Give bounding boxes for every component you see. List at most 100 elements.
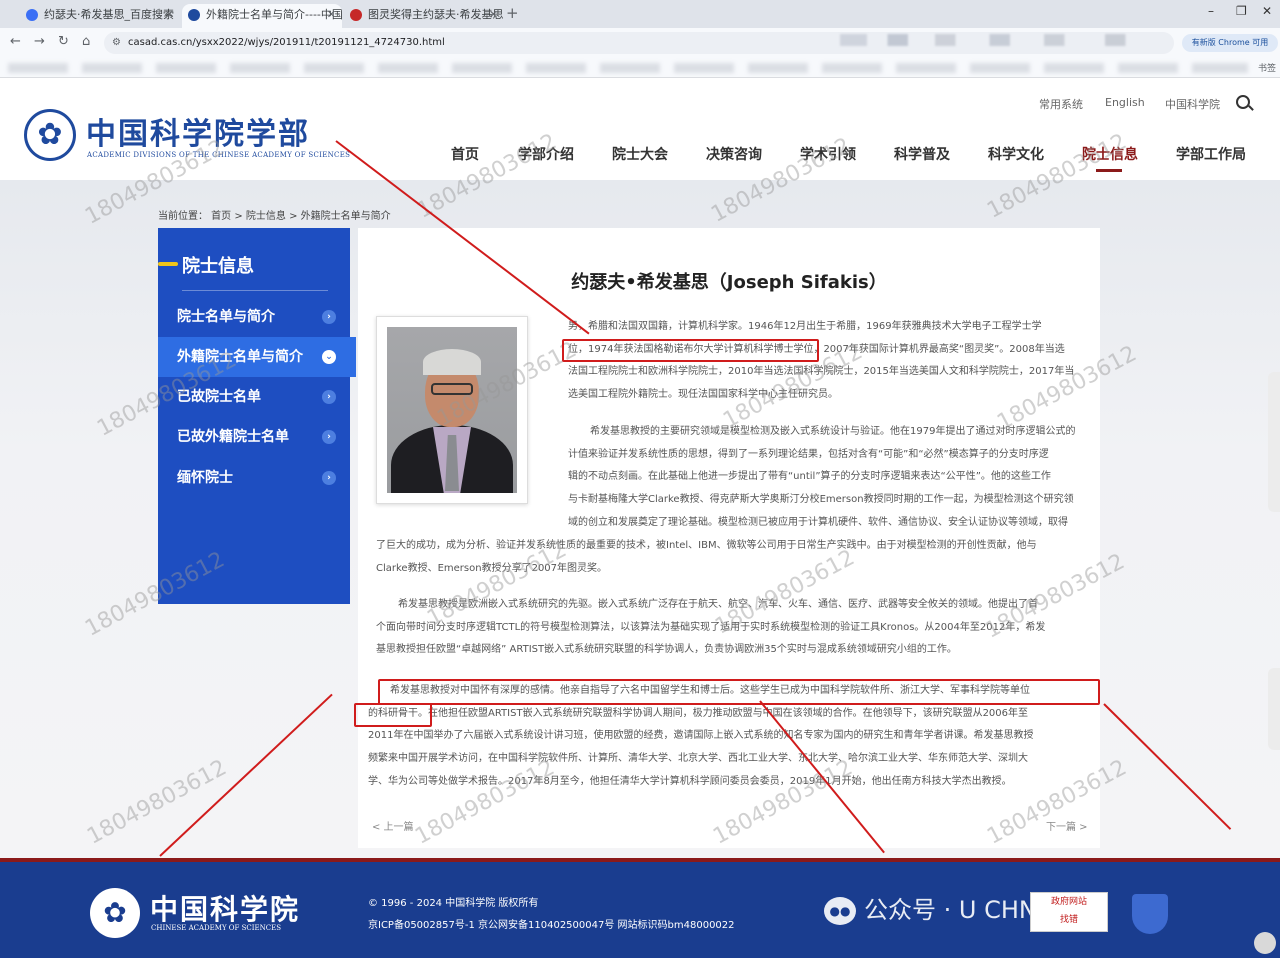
highlight-box-phd bbox=[562, 339, 819, 362]
sidebar-item-label: 缅怀院士 bbox=[177, 470, 233, 486]
footer-logo-en: CHINESE ACADEMY OF SCIENCES bbox=[151, 924, 282, 932]
highlight-box-backbone bbox=[354, 703, 432, 727]
article-title: 约瑟夫•希发基思（Joseph Sifakis） bbox=[571, 272, 887, 293]
url-text: casad.cas.cn/ysxx2022/wjys/201911/t20191… bbox=[128, 37, 445, 48]
toplink-systems[interactable]: 常用系统 bbox=[1039, 96, 1083, 112]
party-org-shield-icon[interactable] bbox=[1132, 894, 1168, 934]
home-icon[interactable]: ⌂ bbox=[82, 34, 90, 49]
para-line: 与卡耐基梅隆大学Clarke教授、得克萨斯大学奥斯汀分校Emerson教授同时期… bbox=[568, 494, 1074, 506]
site-logo-text[interactable]: 中国科学院学部 bbox=[86, 109, 310, 153]
para-line: 域的创立和发展奠定了理论基础。模型检测已被应用于计算机硬件、软件、通信协议、安全… bbox=[568, 516, 1068, 528]
floating-avatar-icon[interactable] bbox=[1254, 932, 1276, 954]
nav-bureau[interactable]: 学部工作局 bbox=[1176, 144, 1246, 164]
site-logo-en: ACADEMIC DIVISIONS OF THE CHINESE ACADEM… bbox=[87, 151, 351, 159]
chevron-right-icon: › bbox=[322, 471, 336, 485]
minimize-icon[interactable]: – bbox=[1208, 4, 1214, 18]
chevron-down-icon: ⌄ bbox=[322, 350, 336, 364]
nav-academic[interactable]: 学术引领 bbox=[800, 144, 856, 164]
sidebar-item-label: 外籍院士名单与简介 bbox=[177, 349, 303, 365]
chrome-update-button[interactable]: 有新版 Chrome 可用 bbox=[1182, 34, 1278, 52]
all-bookmarks-link[interactable]: 书签 bbox=[1258, 61, 1276, 74]
para-line: 希发基思教授是欧洲嵌入式系统研究的先驱。嵌入式系统广泛存在于航天、航空、汽车、火… bbox=[398, 599, 1038, 610]
close-tab-icon[interactable]: ✕ bbox=[165, 4, 174, 26]
footer-icp[interactable]: 京ICP备05002857号-1 京公网安备110402500047号 网站标识… bbox=[368, 916, 735, 931]
sidebar: 院士信息 院士名单与简介 › 外籍院士名单与简介 ⌄ 已故院士名单 › 已故外籍… bbox=[158, 228, 356, 604]
para-line: 学、华为公司等处做学术报告。2017年8月至今，他担任清华大学计算机科学顾问委员… bbox=[368, 775, 1012, 787]
sidebar-item-deceased[interactable]: 已故院士名单 › bbox=[158, 377, 350, 417]
para-line: 男，希腊和法国双国籍，计算机科学家。1946年12月出生于希腊，1969年获雅典… bbox=[568, 321, 1042, 332]
browser-tab[interactable]: 图灵奖得主约瑟夫·希发基思: 深 ✕ bbox=[344, 4, 504, 28]
browser-tab[interactable]: 约瑟夫·希发基思_百度搜索 ✕ bbox=[20, 4, 180, 28]
reload-icon[interactable]: ↻ bbox=[58, 34, 69, 49]
gov-badge-line: 政府网站 bbox=[1050, 897, 1087, 907]
para-line: 了巨大的成功，成为分析、验证并发系统性质的最重要的技术，被Intel、IBM、微… bbox=[376, 540, 1037, 551]
sidebar-item-academicians[interactable]: 院士名单与简介 › bbox=[158, 297, 350, 337]
nav-about[interactable]: 学部介绍 bbox=[518, 144, 574, 164]
sidebar-item-memorial[interactable]: 缅怀院士 › bbox=[158, 458, 350, 498]
para-line: 希发基思教授的主要研究领域是模型检测及嵌入式系统设计与验证。他在1979年提出了… bbox=[590, 426, 1076, 437]
close-tab-icon[interactable]: ✕ bbox=[327, 4, 336, 26]
site-footer: ✿ 中国科学院 CHINESE ACADEMY OF SCIENCES © 19… bbox=[0, 858, 1280, 958]
close-tab-icon[interactable]: ✕ bbox=[489, 4, 498, 26]
address-bar-row: ← → ↻ ⌂ ⚙ casad.cas.cn/ysxx2022/wjys/201… bbox=[0, 28, 1280, 58]
portrait-photo bbox=[376, 316, 528, 504]
nav-consulting[interactable]: 决策咨询 bbox=[706, 144, 762, 164]
maximize-icon[interactable]: ❐ bbox=[1236, 4, 1247, 18]
breadcrumb: 当前位置： 首页 > 院士信息 > 外籍院士名单与简介 bbox=[158, 211, 391, 222]
gov-badge-line: 找错 bbox=[1059, 915, 1078, 925]
nav-assembly[interactable]: 院士大会 bbox=[612, 144, 668, 164]
gov-error-report-badge[interactable]: 政府网站 找错 bbox=[1030, 892, 1108, 932]
nav-home[interactable]: 首页 bbox=[451, 144, 479, 164]
side-widget[interactable] bbox=[1268, 668, 1280, 750]
wechat-icon: ●● bbox=[824, 897, 856, 925]
cas-favicon-icon bbox=[188, 9, 200, 21]
cas-emblem-icon: ✿ bbox=[90, 888, 140, 938]
para-line: 频繁来中国开展学术访问，在中国科学院软件所、计算所、清华大学、北京大学、西北工业… bbox=[368, 753, 1028, 765]
search-icon[interactable] bbox=[1236, 95, 1250, 109]
tab-title: 外籍院士名单与简介----中国科 bbox=[206, 8, 342, 21]
toplink-cas[interactable]: 中国科学院 bbox=[1165, 96, 1220, 112]
sidebar-item-deceased-foreign[interactable]: 已故外籍院士名单 › bbox=[158, 417, 350, 457]
article-paragraph-2: 希发基思教授的主要研究领域是模型检测及嵌入式系统设计与验证。他在1979年提出了… bbox=[568, 421, 1092, 535]
chevron-right-icon: › bbox=[322, 390, 336, 404]
tab-title: 约瑟夫·希发基思_百度搜索 bbox=[44, 8, 174, 21]
site-info-icon[interactable]: ⚙ bbox=[112, 32, 121, 54]
back-arrow-icon[interactable]: ← bbox=[10, 34, 21, 49]
tab-title: 图灵奖得主约瑟夫·希发基思: 深 bbox=[368, 8, 504, 21]
chevron-right-icon: › bbox=[322, 310, 336, 324]
bookmarks-bar: 书签 bbox=[0, 58, 1280, 78]
article-paragraph-2-cont: 了巨大的成功，成为分析、验证并发系统性质的最重要的技术，被Intel、IBM、微… bbox=[376, 535, 1092, 580]
next-article-link[interactable]: 下一篇 > bbox=[1046, 818, 1088, 833]
highlight-box-students bbox=[378, 679, 1100, 705]
para-line: Clarke教授、Emerson教授分享了2007年图灵奖。 bbox=[376, 562, 608, 574]
nav-culture[interactable]: 科学文化 bbox=[988, 144, 1044, 164]
browser-tab-active[interactable]: 外籍院士名单与简介----中国科 ✕ bbox=[182, 4, 342, 28]
bookmarks-blurred bbox=[8, 63, 1248, 73]
para-line: 个面向带时间分支时序逻辑TCTL的符号模型检测算法，以该算法为基础实现了适用于实… bbox=[376, 621, 1046, 633]
new-tab-icon[interactable]: + bbox=[506, 4, 519, 22]
toplink-english[interactable]: English bbox=[1105, 96, 1145, 109]
forward-arrow-icon[interactable]: → bbox=[34, 34, 45, 49]
sidebar-item-label: 已故院士名单 bbox=[177, 389, 261, 405]
extension-icons-blurred bbox=[840, 34, 1180, 46]
window-close-icon[interactable]: ✕ bbox=[1262, 4, 1272, 18]
article-panel: 约瑟夫•希发基思（Joseph Sifakis） 男，希腊和法国双国籍，计算机科… bbox=[358, 228, 1100, 848]
baidu-favicon-icon bbox=[26, 9, 38, 21]
cas-emblem-icon[interactable] bbox=[24, 109, 76, 161]
para-line: 计值来验证并发系统性质的思想，得到了一系列理论结果，包括对含有“可能”和“必然”… bbox=[568, 448, 1049, 460]
sidebar-title: 院士信息 bbox=[182, 256, 254, 277]
nav-academicians[interactable]: 院士信息 bbox=[1082, 144, 1138, 164]
prev-article-link[interactable]: < 上一篇 bbox=[372, 818, 414, 833]
footer-copyright: © 1996 - 2024 中国科学院 版权所有 bbox=[368, 898, 539, 909]
portrait-image bbox=[387, 327, 517, 493]
article-favicon-icon bbox=[350, 9, 362, 21]
nav-active-underline bbox=[1096, 169, 1122, 172]
sidebar-item-foreign-academicians[interactable]: 外籍院士名单与简介 ⌄ bbox=[158, 337, 356, 377]
nav-popsci[interactable]: 科学普及 bbox=[894, 144, 950, 164]
sidebar-title-accent bbox=[158, 262, 178, 266]
site-header: 中国科学院学部 ACADEMIC DIVISIONS OF THE CHINES… bbox=[0, 79, 1280, 180]
side-widget[interactable] bbox=[1268, 372, 1280, 512]
sidebar-item-label: 院士名单与简介 bbox=[177, 309, 275, 325]
para-line: 的科研骨干。在他担任欧盟ARTIST嵌入式系统研究联盟科学协调人期间，极力推动欧… bbox=[368, 707, 1029, 719]
sidebar-divider bbox=[182, 290, 328, 291]
